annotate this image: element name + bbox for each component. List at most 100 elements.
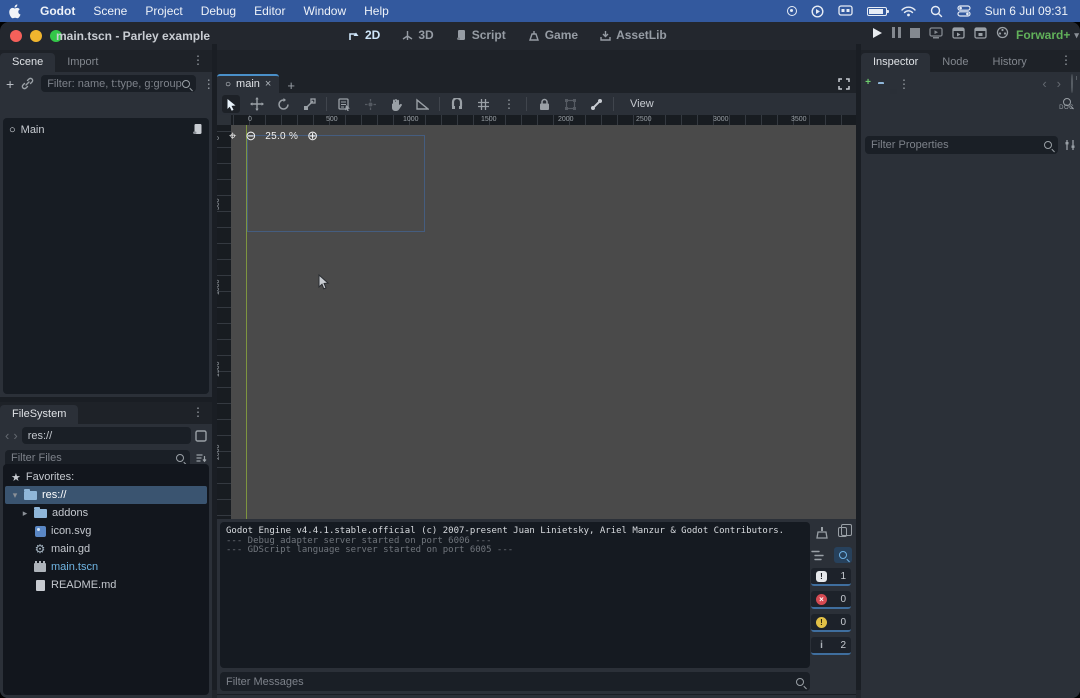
new-scene-tab-button[interactable]: + [279,78,303,93]
zoom-out-button[interactable]: ⊖ [245,128,256,144]
fs-item-addons[interactable]: ▸ addons [3,504,209,522]
fs-item-res-root[interactable]: ▾ res:// [5,486,207,504]
tab-script[interactable]: Script [448,25,514,45]
group-icon[interactable] [561,95,579,113]
favorites-header[interactable]: ★ Favorites: [3,468,209,486]
menu-debug[interactable]: Debug [192,0,245,22]
menu-godot[interactable]: Godot [31,0,84,22]
fs-item-icon-svg[interactable]: icon.svg [3,522,209,540]
remote-debug-button[interactable] [929,27,943,39]
tab-node[interactable]: Node [930,53,980,72]
view-menu-button[interactable]: View [622,96,662,112]
edit-forward-icon[interactable]: › [1057,76,1061,91]
tab-inspector[interactable]: Inspector [861,53,930,72]
close-window-button[interactable] [10,30,22,42]
pause-button[interactable] [892,27,901,38]
fs-item-readme[interactable]: README.md [3,576,209,594]
apple-menu[interactable] [0,0,31,22]
scene-filter-input[interactable]: Filter: name, t:type, g:group [41,75,196,92]
instance-scene-button[interactable] [21,77,34,90]
pan-tool[interactable] [387,95,405,113]
stop-button[interactable] [910,28,920,38]
output-log[interactable]: Godot Engine v4.4.1.stable.official (c) … [220,522,810,668]
caret-right-icon[interactable]: ▸ [21,508,29,519]
search-output-icon[interactable] [834,547,852,563]
add-node-button[interactable]: + [6,76,14,92]
spotlight-icon[interactable] [930,3,943,19]
inspector-menu-icon[interactable]: ⋮ [1060,53,1072,67]
position-select-tool[interactable] [361,95,379,113]
zoom-in-button[interactable]: ⊕ [307,128,318,144]
lock-icon[interactable] [535,95,553,113]
menu-scene[interactable]: Scene [84,0,136,22]
menu-project[interactable]: Project [136,0,191,22]
toggle-messages-filter[interactable]: ! 1 [811,568,851,586]
play-scene-button[interactable] [952,27,965,39]
menu-editor[interactable]: Editor [245,0,294,22]
scale-tool[interactable] [300,95,318,113]
battery-icon[interactable] [867,3,887,19]
toggle-errors-filter[interactable]: × 0 [811,591,851,609]
fs-item-main-gd[interactable]: ⚙ main.gd [3,540,209,558]
tab-assetlib[interactable]: AssetLib [592,25,675,45]
play-button[interactable] [872,27,883,39]
skeleton-options-icon[interactable] [587,95,605,113]
tab-game[interactable]: Game [520,25,586,45]
move-tool[interactable] [248,95,266,113]
ruler-tool[interactable] [413,95,431,113]
zoom-level[interactable]: 25.0 % [265,131,298,142]
attached-script-icon[interactable] [192,123,203,138]
current-path-field[interactable]: res:// [22,427,191,444]
display-icon[interactable] [838,3,853,19]
renderer-selector[interactable]: Forward+ ▾ [1016,28,1079,42]
control-center-icon[interactable] [957,3,971,19]
smart-snap-icon[interactable] [448,95,466,113]
edit-back-icon[interactable]: ‹ [1042,76,1046,91]
rotate-tool[interactable] [274,95,292,113]
file-sort-icon[interactable] [195,452,207,464]
scene-tab-main[interactable]: ○ main × [217,74,279,93]
2d-viewport[interactable]: 0 500 1000 1500 2000 2500 3000 3500 0 50… [217,115,856,519]
center-view-icon[interactable]: ⌖ [229,128,236,144]
minimize-window-button[interactable] [30,30,42,42]
menu-window[interactable]: Window [294,0,355,22]
play-status-icon[interactable] [811,3,824,19]
caret-down-icon[interactable]: ▾ [11,490,19,501]
filter-properties-input[interactable]: Filter Properties [865,136,1058,154]
menubar-clock[interactable]: Sun 6 Jul 09:31 [985,4,1068,18]
history-back-icon[interactable]: ‹ [5,428,9,443]
tab-2d[interactable]: 2D [341,25,388,45]
search-help-button[interactable]: DOC [1059,98,1074,111]
clear-output-icon[interactable] [816,523,828,542]
list-select-tool[interactable] [335,95,353,113]
play-custom-scene-button[interactable] [974,27,987,39]
tab-filesystem[interactable]: FileSystem [0,405,78,424]
fs-item-main-tscn[interactable]: main.tscn [3,558,209,576]
toggle-split-mode-icon[interactable] [195,430,207,442]
resource-options-icon[interactable]: ⋮ [898,77,910,91]
expand-viewport-icon[interactable] [838,78,850,90]
history-forward-icon[interactable]: › [13,428,17,443]
collapse-duplicates-icon[interactable] [811,547,824,563]
toggle-debug-filter[interactable]: i 2 [811,637,851,655]
copy-output-icon[interactable] [838,523,847,542]
tab-history[interactable]: History [981,53,1039,72]
scene-node-main[interactable]: ○ Main [3,118,209,138]
filesystem-menu-icon[interactable]: ⋮ [192,405,204,419]
close-tab-icon[interactable]: × [265,78,271,90]
property-filter-options-icon[interactable] [1064,139,1076,151]
tab-import[interactable]: Import [55,53,110,72]
movie-maker-icon[interactable] [996,26,1009,39]
tab-3d[interactable]: 3D [394,25,441,45]
screen-record-icon[interactable] [787,3,797,19]
snap-options-icon[interactable]: ⋮ [500,95,518,113]
tab-scene[interactable]: Scene [0,53,55,72]
edit-history-icon[interactable] [1071,75,1073,93]
scene-dock-menu-icon[interactable]: ⋮ [192,53,204,67]
toggle-warnings-filter[interactable]: ! 0 [811,614,851,632]
select-tool[interactable] [222,95,240,113]
grid-snap-icon[interactable] [474,95,492,113]
menu-help[interactable]: Help [355,0,398,22]
filter-messages-input[interactable]: Filter Messages [220,672,810,691]
wifi-icon[interactable] [901,3,916,19]
